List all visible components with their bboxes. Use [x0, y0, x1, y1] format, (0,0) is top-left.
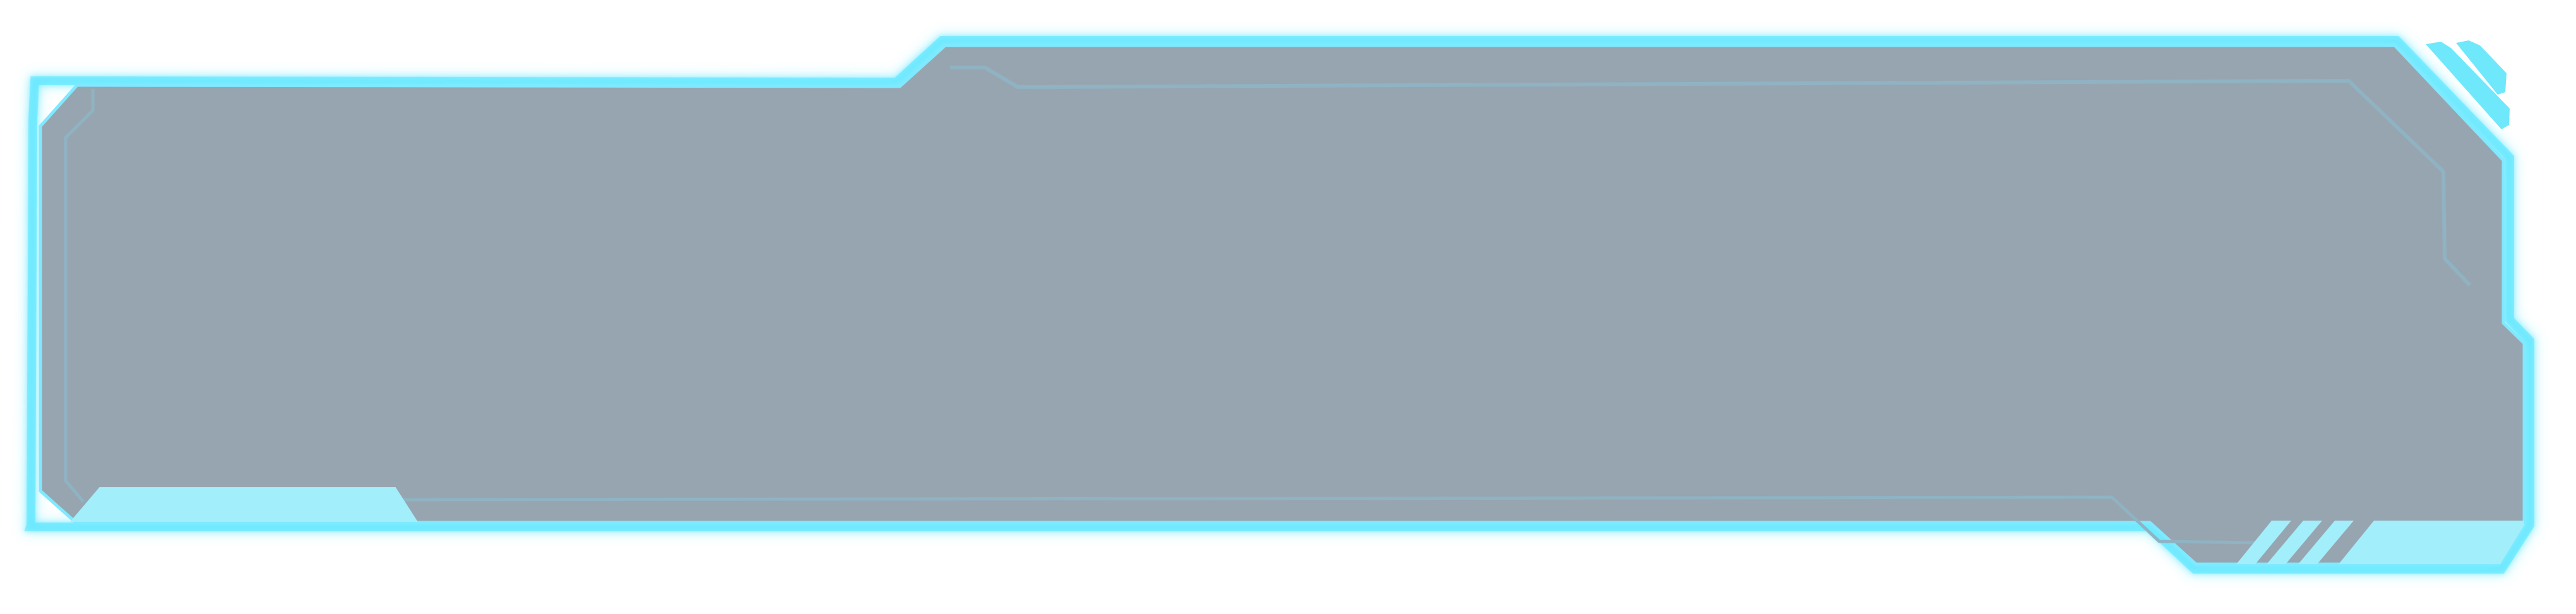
hud-frame-graphic: [24, 36, 2534, 574]
accent-tab-bottom-left: [69, 487, 418, 522]
hud-panel-frame: [0, 0, 2576, 614]
panel-body: [39, 44, 2526, 566]
